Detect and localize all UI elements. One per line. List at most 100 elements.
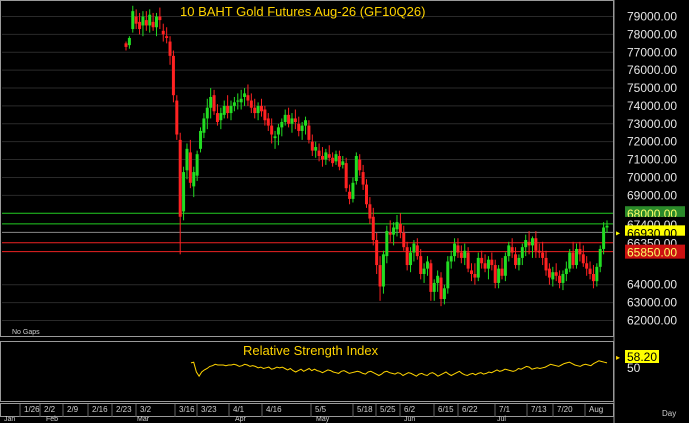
x-tick-label: 3/16 [179, 405, 195, 414]
candle-body [429, 263, 433, 292]
candle-body [497, 268, 501, 283]
candle-body [388, 232, 392, 235]
rsi-last-arrow: ▸ [616, 353, 620, 362]
candle-body [256, 105, 260, 114]
candle-body [219, 113, 223, 121]
candle-body [568, 252, 572, 269]
candle-body [283, 114, 287, 123]
candle-body [588, 268, 592, 274]
candle-body [490, 259, 494, 266]
candle-body [304, 120, 308, 126]
current-price-arrow: ▸ [616, 228, 620, 237]
no-gaps-label: No Gaps [12, 329, 40, 336]
candle-body [215, 113, 219, 123]
candle-body [486, 259, 490, 269]
x-tick-label: 7/1 [499, 405, 511, 414]
month-label: Apr [235, 416, 247, 423]
candle-body [310, 141, 314, 151]
candle-body [317, 150, 321, 156]
candle-body [226, 105, 230, 114]
candle-body [320, 155, 324, 160]
candle-body [470, 270, 474, 274]
candle-body [249, 100, 253, 108]
candle-body [558, 275, 562, 283]
candle-body [378, 265, 382, 287]
candle-body [398, 223, 402, 233]
candle-body [290, 118, 294, 124]
x-tick-label: 3/23 [201, 405, 217, 414]
grid-lines [2, 16, 613, 321]
candle-body [585, 263, 589, 269]
candle-body [456, 245, 460, 253]
chart-canvas: 79000.00 78000.00 77000.00 76000.00 75000.00… [0, 0, 685, 423]
candle-body [182, 172, 186, 212]
candle-body [575, 248, 579, 266]
candle-body [195, 154, 199, 176]
x-tick-label: 2/16 [92, 405, 108, 414]
candle-body [493, 265, 497, 283]
candle-body [392, 227, 396, 235]
candle-body [368, 204, 372, 219]
y-tick-label: 70000.00 [627, 170, 677, 184]
candle-body [178, 139, 182, 217]
candle-body [480, 257, 484, 264]
candle-body [185, 148, 189, 171]
candle-body [300, 125, 304, 131]
period-label: Day [662, 409, 676, 418]
candle-body [229, 105, 233, 114]
candle-body [266, 118, 270, 126]
candle-body [158, 16, 162, 21]
candle-body [598, 248, 602, 267]
candle-body [212, 95, 216, 112]
candle-body [199, 130, 203, 149]
candle-body [595, 266, 599, 282]
candle-body [503, 256, 507, 276]
y-tick-label: 78000.00 [627, 27, 677, 41]
candle-body [510, 247, 514, 253]
candle-body [530, 238, 534, 246]
candle-body [171, 55, 175, 96]
candle-body [307, 125, 311, 140]
candle-body [561, 273, 565, 283]
candle-body [209, 96, 213, 108]
candle-body [605, 225, 609, 228]
candle-body [337, 155, 341, 167]
y-tick-label: 72000.00 [627, 135, 677, 149]
candle-body [365, 184, 368, 205]
candle-body [439, 277, 443, 300]
candle-body [591, 273, 595, 282]
candle-body [571, 252, 575, 266]
candle-body [453, 243, 457, 257]
y-tick-label: 64000.00 [627, 278, 677, 292]
candle-body [602, 227, 606, 249]
chart-title: 10 BAHT Gold Futures Aug-26 (GF10Q26) [180, 4, 425, 19]
candle-body [534, 238, 538, 251]
candle-body [578, 248, 582, 255]
candle-body [409, 252, 413, 266]
rsi-line-group [190, 360, 608, 378]
candle-body [314, 147, 318, 151]
x-tick-label: 2/2 [44, 405, 56, 414]
candle-body [375, 240, 379, 266]
candle-body [348, 191, 352, 199]
candle-body [500, 268, 504, 276]
candle-body [243, 93, 247, 97]
x-tick-label: 7/13 [531, 405, 547, 414]
candle-body [270, 125, 274, 135]
candle-body [161, 30, 165, 35]
x-tick-label: 5/18 [357, 405, 373, 414]
candle-body [358, 159, 362, 171]
candles [124, 5, 609, 307]
candle-body [259, 105, 263, 112]
candle-body [517, 257, 521, 266]
candle-body [385, 231, 389, 257]
candle-body [544, 257, 548, 271]
candle-body [253, 107, 257, 114]
candle-body [276, 127, 280, 135]
candle-body [327, 154, 331, 158]
month-label: Mar [137, 416, 150, 423]
candle-body [405, 247, 409, 266]
candle-body [520, 247, 524, 258]
candle-body [442, 288, 446, 300]
rsi-last-value: 58.20 [627, 350, 657, 364]
